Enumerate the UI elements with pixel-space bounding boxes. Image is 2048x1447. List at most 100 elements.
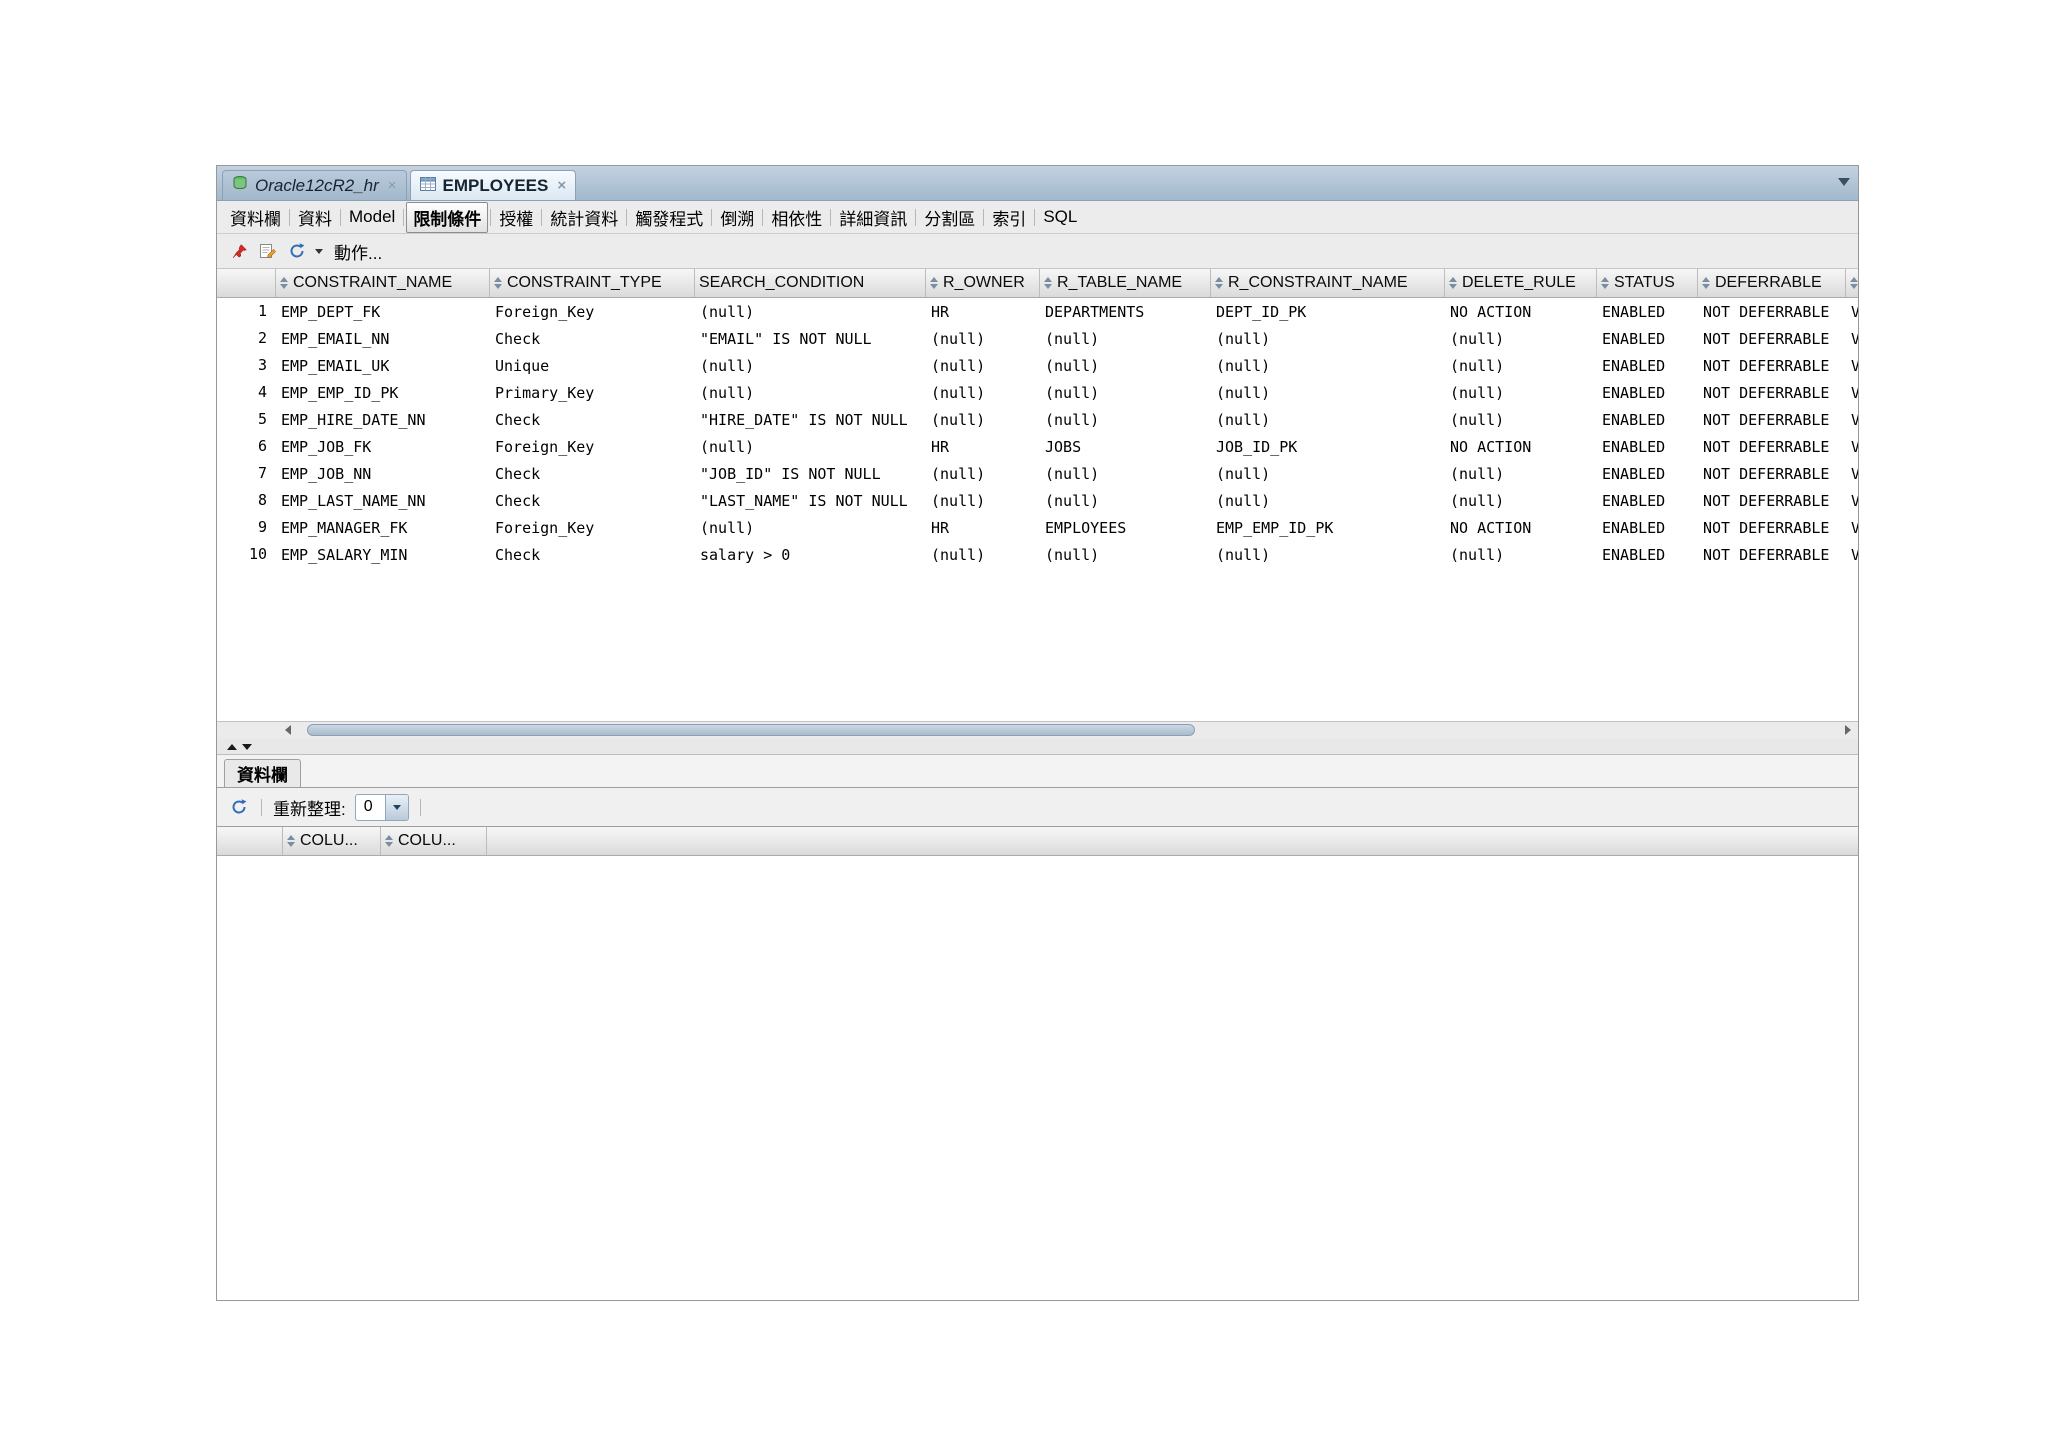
grid-cell[interactable]: NOT DEFERRABLE [1698, 492, 1846, 510]
grid-cell[interactable]: EMP_LAST_NAME_NN [276, 492, 490, 510]
grid-cell[interactable]: VA [1846, 330, 1858, 348]
grid-cell[interactable]: VA [1846, 384, 1858, 402]
grid-cell[interactable]: ENABLED [1597, 303, 1698, 321]
object-tab-3[interactable]: 限制條件 [406, 201, 489, 233]
grid-cell[interactable]: VA [1846, 519, 1858, 537]
actions-button[interactable]: 動作... [330, 237, 386, 266]
panel-splitter[interactable] [217, 739, 1858, 755]
column-header[interactable]: CONSTRAINT_TYPE [490, 269, 695, 297]
grid-cell[interactable]: Check [490, 330, 695, 348]
scrollbar-thumb[interactable] [307, 724, 1195, 736]
grid-cell[interactable]: (null) [695, 519, 926, 537]
grid-cell[interactable]: ENABLED [1597, 330, 1698, 348]
grid-cell[interactable]: EMP_EMP_ID_PK [1211, 519, 1445, 537]
grid-cell[interactable]: ENABLED [1597, 384, 1698, 402]
grid-cell[interactable]: Foreign_Key [490, 519, 695, 537]
grid-cell[interactable]: ENABLED [1597, 411, 1698, 429]
column-header[interactable]: CONSTRAINT_NAME [276, 269, 490, 297]
refresh-dropdown-icon[interactable] [315, 248, 323, 254]
grid-cell[interactable]: EMP_SALARY_MIN [276, 546, 490, 564]
grid-cell[interactable]: NOT DEFERRABLE [1698, 438, 1846, 456]
column-header[interactable]: R_CONSTRAINT_NAME [1211, 269, 1445, 297]
grid-cell[interactable]: (null) [1211, 492, 1445, 510]
grid-cell[interactable]: VA [1846, 546, 1858, 564]
close-tab-icon[interactable]: × [388, 178, 397, 193]
constraint-row[interactable]: 8 EMP_LAST_NAME_NN Check "LAST_NAME" IS NOT… [217, 487, 1858, 514]
grid-cell[interactable]: JOBS [1040, 438, 1211, 456]
grid-cell[interactable]: NO ACTION [1445, 438, 1597, 456]
refresh-button[interactable] [228, 796, 250, 818]
combo-dropdown-icon[interactable] [384, 794, 408, 820]
grid-cell[interactable]: NO ACTION [1445, 303, 1597, 321]
grid-cell[interactable]: (null) [1211, 411, 1445, 429]
edit-button[interactable] [257, 240, 279, 262]
grid-cell[interactable]: (null) [695, 303, 926, 321]
grid-cell[interactable]: "JOB_ID" IS NOT NULL [695, 465, 926, 483]
object-tab-11[interactable]: 索引 [986, 202, 1032, 233]
grid-cell[interactable]: (null) [1040, 411, 1211, 429]
object-tab-2[interactable]: Model [343, 204, 401, 230]
column-header[interactable]: R_TABLE_NAME [1040, 269, 1211, 297]
object-tab-1[interactable]: 資料 [292, 202, 338, 233]
grid-cell[interactable]: (null) [1445, 330, 1597, 348]
grid-cell[interactable]: Check [490, 492, 695, 510]
tab-list-chevron-icon[interactable] [1838, 178, 1850, 186]
object-tab-10[interactable]: 分割區 [918, 202, 981, 233]
grid-cell[interactable]: (null) [1445, 546, 1597, 564]
grid-cell[interactable]: "LAST_NAME" IS NOT NULL [695, 492, 926, 510]
grid-cell[interactable]: NOT DEFERRABLE [1698, 519, 1846, 537]
object-tab-5[interactable]: 統計資料 [544, 202, 624, 233]
grid-cell[interactable]: DEPT_ID_PK [1211, 303, 1445, 321]
column-header[interactable]: DEFERRABLE [1698, 269, 1846, 297]
grid-cell[interactable]: (null) [1040, 546, 1211, 564]
grid-cell[interactable]: (null) [1211, 357, 1445, 375]
grid-cell[interactable]: VA [1846, 438, 1858, 456]
close-tab-icon[interactable]: × [557, 178, 566, 193]
column-header[interactable]: COLU... [283, 827, 381, 855]
constraint-row[interactable]: 4 EMP_EMP_ID_PK Primary_Key (null) (null) (nu… [217, 379, 1858, 406]
grid-cell[interactable]: (null) [1040, 384, 1211, 402]
grid-cell[interactable]: ENABLED [1597, 438, 1698, 456]
grid-cell[interactable]: "EMAIL" IS NOT NULL [695, 330, 926, 348]
column-header[interactable]: DELETE_RULE [1445, 269, 1597, 297]
constraint-row[interactable]: 3 EMP_EMAIL_UK Unique (null) (null) (null) (nu… [217, 352, 1858, 379]
grid-cell[interactable]: (null) [1211, 465, 1445, 483]
grid-cell[interactable]: NOT DEFERRABLE [1698, 384, 1846, 402]
grid-cell[interactable]: ENABLED [1597, 519, 1698, 537]
grid-cell[interactable]: (null) [695, 357, 926, 375]
tab-employees[interactable]: EMPLOYEES × [409, 170, 577, 200]
grid-cell[interactable]: NOT DEFERRABLE [1698, 546, 1846, 564]
grid-cell[interactable]: (null) [1211, 384, 1445, 402]
grid-cell[interactable]: Foreign_Key [490, 438, 695, 456]
tab-oracle12cr2-hr[interactable]: Oracle12cR2_hr × [222, 170, 407, 200]
grid-cell[interactable]: (null) [1040, 357, 1211, 375]
grid-cell[interactable]: EMP_DEPT_FK [276, 303, 490, 321]
constraint-row[interactable]: 5 EMP_HIRE_DATE_NN Check "HIRE_DATE" IS NOT… [217, 406, 1858, 433]
object-tab-4[interactable]: 授權 [493, 202, 539, 233]
grid-cell[interactable]: ENABLED [1597, 492, 1698, 510]
grid-cell[interactable]: EMP_JOB_FK [276, 438, 490, 456]
grid-cell[interactable]: NOT DEFERRABLE [1698, 330, 1846, 348]
object-tab-12[interactable]: SQL [1037, 204, 1083, 230]
refresh-count-combobox[interactable]: 0 [354, 793, 409, 821]
constraint-row[interactable]: 1 EMP_DEPT_FK Foreign_Key (null) HR DEPARTMEN… [217, 298, 1858, 325]
freeze-pin-button[interactable] [228, 240, 250, 262]
grid-cell[interactable]: (null) [1445, 384, 1597, 402]
grid-cell[interactable]: (null) [1211, 546, 1445, 564]
grid-cell[interactable]: EMPLOYEES [1040, 519, 1211, 537]
grid-cell[interactable]: ENABLED [1597, 465, 1698, 483]
collapse-up-icon[interactable] [227, 743, 237, 750]
grid-cell[interactable]: Check [490, 411, 695, 429]
tab-columns-detail[interactable]: 資料欄 [224, 759, 301, 787]
scroll-right-icon[interactable] [1839, 722, 1856, 738]
grid-cell[interactable]: (null) [926, 384, 1040, 402]
collapse-down-icon[interactable] [242, 743, 252, 750]
grid-cell[interactable]: HR [926, 438, 1040, 456]
grid-cell[interactable]: (null) [1445, 411, 1597, 429]
column-header[interactable]: STATUS [1597, 269, 1698, 297]
constraint-row[interactable]: 10 EMP_SALARY_MIN Check salary > 0 (null) (nu… [217, 541, 1858, 568]
grid-cell[interactable]: Unique [490, 357, 695, 375]
grid-cell[interactable]: NOT DEFERRABLE [1698, 357, 1846, 375]
grid-cell[interactable]: HR [926, 303, 1040, 321]
grid-cell[interactable]: (null) [926, 330, 1040, 348]
